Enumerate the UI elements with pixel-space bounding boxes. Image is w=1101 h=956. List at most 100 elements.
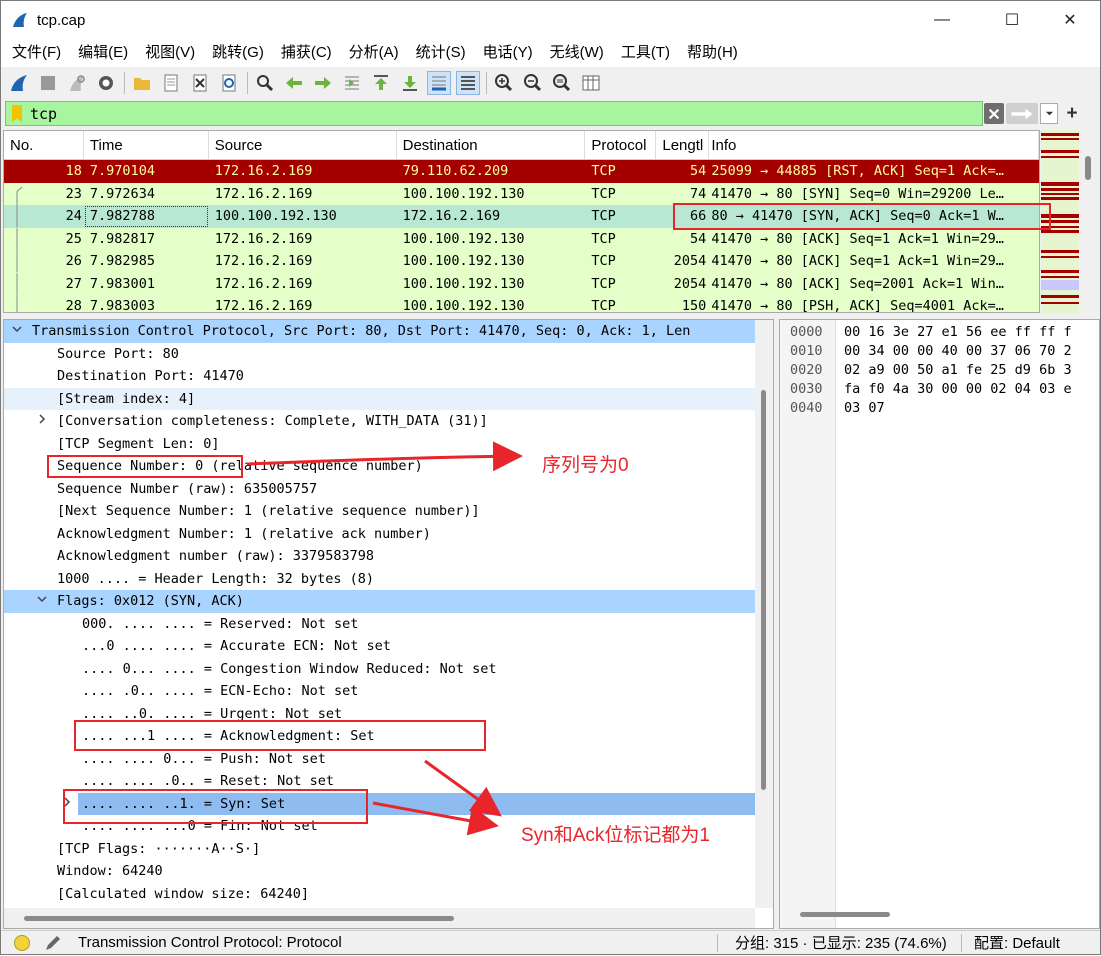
start-capture-button[interactable]	[7, 71, 31, 95]
detail-line[interactable]: .... .0.. .... = ECN-Echo: Not set	[4, 680, 773, 703]
edit-comment-icon[interactable]	[44, 934, 62, 952]
scrollbar-thumb[interactable]	[24, 916, 454, 921]
autoscroll-button[interactable]	[427, 71, 451, 95]
detail-line[interactable]: 000. .... .... = Reserved: Not set	[4, 613, 773, 636]
cell-protocol: TCP	[591, 275, 616, 292]
stop-capture-button[interactable]	[36, 71, 60, 95]
profile-label[interactable]: 配置: Default	[974, 932, 1060, 953]
column-protocol[interactable]: Protocol	[585, 131, 657, 159]
detail-line[interactable]: Source Port: 80	[4, 343, 773, 366]
bytes-scrollbar-thumb[interactable]	[800, 912, 890, 917]
menu-view[interactable]: 视图(V)	[138, 39, 202, 67]
packet-row[interactable]: 26 7.982985 172.16.2.169 100.100.192.130 TCP…	[4, 250, 1039, 273]
column-time[interactable]: Time	[84, 131, 209, 159]
apply-filter-button[interactable]	[1006, 103, 1038, 124]
menu-edit[interactable]: 编辑(E)	[71, 39, 135, 67]
arrow-up-bar-icon	[374, 75, 388, 90]
restart-capture-button[interactable]	[65, 71, 89, 95]
expanded-chevron-icon[interactable]	[12, 320, 22, 343]
scrollbar-thumb[interactable]	[1085, 156, 1091, 180]
detail-line[interactable]: [Next Sequence Number: 1 (relative seque…	[4, 500, 773, 523]
byte-hex[interactable]: 03 07	[844, 399, 885, 418]
byte-hex[interactable]: fa f0 4a 30 00 00 02 04 03 e	[844, 380, 1072, 399]
save-file-button[interactable]	[159, 71, 183, 95]
details-horizontal-scrollbar[interactable]	[4, 908, 755, 928]
bookmark-icon[interactable]	[12, 105, 22, 122]
window-title: tcp.cap	[37, 11, 86, 29]
column-length[interactable]: Lengtl	[656, 131, 710, 159]
reload-file-button[interactable]	[217, 71, 241, 95]
display-filter-input[interactable]: tcp	[5, 101, 983, 126]
status-separator	[717, 933, 718, 952]
find-packet-button[interactable]	[253, 71, 277, 95]
go-forward-button[interactable]	[311, 71, 335, 95]
packet-row[interactable]: 23 7.972634 172.16.2.169 100.100.192.130 TCP…	[4, 182, 1039, 205]
packet-row[interactable]: 25 7.982817 172.16.2.169 100.100.192.130 TCP…	[4, 227, 1039, 250]
detail-line[interactable]: Acknowledgment Number: 1 (relative ack n…	[4, 523, 773, 546]
detail-line[interactable]: Sequence Number (raw): 635005757	[4, 478, 773, 501]
detail-line[interactable]: Destination Port: 41470	[4, 365, 773, 388]
scrollbar-thumb[interactable]	[761, 390, 766, 790]
zoom-out-button[interactable]	[521, 71, 545, 95]
menu-telephony[interactable]: 电话(Y)	[476, 39, 540, 67]
add-filter-button[interactable]: +	[1063, 103, 1081, 124]
resize-columns-button[interactable]	[579, 71, 603, 95]
zoom-in-button[interactable]	[492, 71, 516, 95]
capture-options-button[interactable]	[94, 71, 118, 95]
detail-line[interactable]: Window: 64240	[4, 860, 773, 883]
menu-go[interactable]: 跳转(G)	[205, 39, 271, 67]
detail-line[interactable]: [TCP Segment Len: 0]	[4, 433, 773, 456]
packet-row[interactable]: 28 7.983003 172.16.2.169 100.100.192.130 TCP…	[4, 295, 1039, 312]
menu-file[interactable]: 文件(F)	[5, 39, 68, 67]
minimize-button[interactable]: —	[919, 1, 965, 39]
cell-time: 7.972634	[89, 185, 155, 202]
byte-hex[interactable]: 02 a9 00 50 a1 fe 25 d9 6b 3	[844, 361, 1072, 380]
details-vertical-scrollbar[interactable]	[755, 320, 773, 908]
detail-line[interactable]: [Stream index: 4]	[4, 387, 773, 410]
menu-help[interactable]: 帮助(H)	[680, 39, 745, 67]
detail-line[interactable]: Transmission Control Protocol, Src Port:…	[4, 320, 773, 343]
zoom-reset-button[interactable]	[550, 71, 574, 95]
byte-hex[interactable]: 00 16 3e 27 e1 56 ee ff ff f	[844, 323, 1072, 342]
expanded-chevron-icon[interactable]	[37, 590, 47, 613]
close-file-button[interactable]	[188, 71, 212, 95]
column-info[interactable]: Info	[709, 131, 1039, 159]
restart-fin-icon	[70, 75, 85, 91]
menu-statistics[interactable]: 统计(S)	[409, 39, 473, 67]
collapsed-chevron-icon[interactable]	[37, 410, 47, 433]
go-to-packet-button[interactable]	[340, 71, 364, 95]
filter-history-dropdown[interactable]	[1040, 103, 1058, 124]
menu-analyze[interactable]: 分析(A)	[342, 39, 406, 67]
column-destination[interactable]: Destination	[397, 131, 586, 159]
packet-row[interactable]: 27 7.983001 172.16.2.169 100.100.192.130 TCP…	[4, 272, 1039, 295]
last-packet-button[interactable]	[398, 71, 422, 95]
clear-filter-button[interactable]	[984, 103, 1004, 124]
column-no[interactable]: No.	[4, 131, 84, 159]
close-button[interactable]: ✕	[1047, 1, 1093, 39]
packet-list-scrollbar[interactable]	[1079, 130, 1100, 313]
detail-line[interactable]: Acknowledgment number (raw): 3379583798	[4, 545, 773, 568]
byte-hex[interactable]: 00 34 00 00 40 00 37 06 70 2	[844, 342, 1072, 361]
go-back-button[interactable]	[282, 71, 306, 95]
detail-line[interactable]: 1000 .... = Header Length: 32 bytes (8)	[4, 568, 773, 591]
detail-line[interactable]: .... 0... .... = Congestion Window Reduc…	[4, 658, 773, 681]
menu-wireless[interactable]: 无线(W)	[543, 39, 611, 67]
detail-line[interactable]: ...0 .... .... = Accurate ECN: Not set	[4, 635, 773, 658]
expert-info-icon[interactable]	[14, 934, 30, 951]
cell-source: 172.16.2.169	[214, 275, 313, 292]
packet-row[interactable]: 18 7.970104 172.16.2.169 79.110.62.209 TCP 54…	[4, 160, 1039, 183]
column-source[interactable]: Source	[209, 131, 397, 159]
colorize-button[interactable]	[456, 71, 480, 95]
detail-line[interactable]: [Conversation completeness: Complete, WI…	[4, 410, 773, 433]
first-packet-button[interactable]	[369, 71, 393, 95]
wireshark-fin-icon	[13, 13, 27, 27]
detail-text: 1000 .... = Header Length: 32 bytes (8)	[57, 570, 374, 587]
detail-line[interactable]: Flags: 0x012 (SYN, ACK)	[4, 590, 773, 613]
conversation-line	[16, 186, 23, 205]
menu-tools[interactable]: 工具(T)	[614, 39, 677, 67]
menu-capture[interactable]: 捕获(C)	[274, 39, 339, 67]
maximize-button[interactable]: ☐	[989, 1, 1035, 39]
open-file-button[interactable]	[130, 71, 154, 95]
detail-line[interactable]: [Calculated window size: 64240]	[4, 883, 773, 906]
close-file-icon	[193, 74, 207, 92]
